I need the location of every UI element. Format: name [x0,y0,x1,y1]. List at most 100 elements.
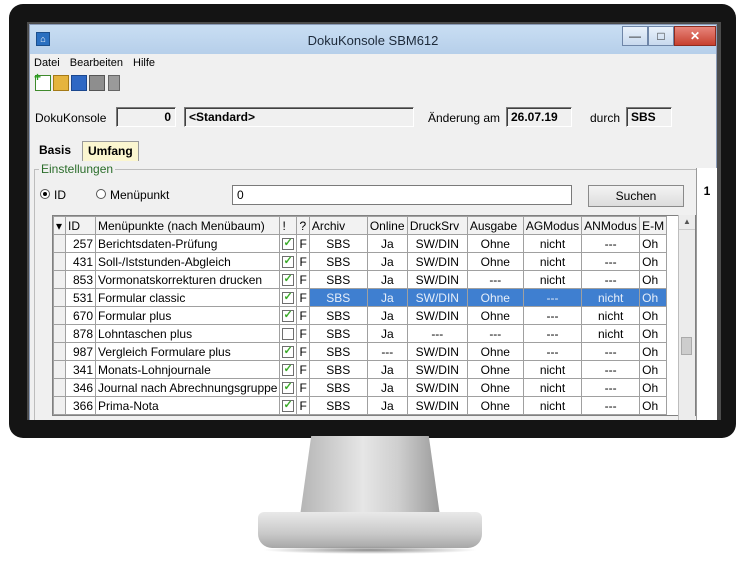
cell-chk[interactable] [279,234,298,253]
menu-hilfe[interactable]: Hilfe [133,57,155,69]
table-row[interactable]: 670Formular plus FSBSJaSW/DINOhne---nicht… [53,306,668,325]
checkbox[interactable] [282,328,295,341]
cell-em[interactable]: Oh [639,288,668,307]
col-header[interactable]: Ausgabe [466,216,524,235]
cell-chk[interactable] [279,342,298,361]
row-indicator-header[interactable]: ▾ [53,216,66,235]
grid-scrollbar[interactable]: ▲ [678,215,695,420]
col-header[interactable]: AGModus [522,216,583,235]
col-header[interactable]: ? [296,216,310,235]
scroll-thumb[interactable] [681,337,692,355]
row-indicator[interactable] [53,324,66,343]
cell-online[interactable]: Ja [366,234,408,253]
cell-an[interactable]: --- [581,360,641,379]
cell-name[interactable]: Journal nach Abrechnungsgruppe [94,378,281,397]
menu-datei[interactable]: Datei [34,57,60,69]
cell-chk[interactable] [279,324,298,343]
cell-archiv[interactable]: SBS [308,342,368,361]
cell-q[interactable]: F [296,288,310,307]
cell-online[interactable]: Ja [366,252,408,271]
cell-druck[interactable]: SW/DIN [406,252,468,271]
cell-em[interactable]: Oh [639,342,668,361]
new-icon[interactable] [34,70,51,91]
cell-archiv[interactable]: SBS [308,324,368,343]
cell-online[interactable]: Ja [366,324,408,343]
cell-druck[interactable]: SW/DIN [406,288,468,307]
cell-an[interactable]: --- [581,270,641,289]
profile-field[interactable]: <Standard> [184,107,414,127]
cell-archiv[interactable]: SBS [308,252,368,271]
checkbox[interactable] [282,362,295,377]
table-row[interactable]: 987Vergleich Formulare plusFSBS---SW/DIN… [53,342,668,361]
title-bar[interactable]: ⌂ DokuKonsole SBM612 — □ ✕ [30,25,716,54]
cell-online[interactable]: Ja [366,378,408,397]
table-row[interactable]: 431Soll-/Iststunden-Abgleich FSBSJaSW/DIN… [53,252,668,271]
cell-chk[interactable] [279,396,298,415]
cell-q[interactable]: F [296,306,310,325]
cell-id[interactable]: 531 [65,288,96,307]
cell-ausgabe[interactable]: --- [466,324,524,343]
checkbox[interactable] [282,308,295,323]
cell-id[interactable]: 366 [65,396,96,415]
doku-number-field[interactable]: 0 [116,107,176,127]
row-indicator[interactable] [53,306,66,325]
cell-name[interactable]: Monats-Lohnjournale [94,360,281,379]
checkbox[interactable] [282,398,295,413]
cell-q[interactable]: F [296,342,310,361]
cell-name[interactable]: Formular classic [94,288,281,307]
cell-an[interactable]: --- [581,378,641,397]
row-indicator[interactable] [53,396,66,415]
cell-ausgabe[interactable]: --- [466,270,524,289]
cell-ausgabe[interactable]: Ohne [466,234,524,253]
open-icon[interactable] [53,75,69,91]
cell-q[interactable]: F [296,360,310,379]
table-row[interactable]: 531Formular classic FSBSJaSW/DINOhne---ni… [53,288,668,307]
table-row[interactable]: 341Monats-Lohnjournale FSBSJaSW/DINOhneni… [53,360,668,379]
checkbox[interactable] [282,254,295,269]
cell-ag[interactable]: --- [522,288,583,307]
cell-an[interactable]: --- [581,342,641,361]
cell-id[interactable]: 878 [65,324,96,343]
cell-name[interactable]: Formular plus [94,306,281,325]
cell-chk[interactable] [279,270,298,289]
cell-druck[interactable]: SW/DIN [406,396,468,415]
cell-id[interactable]: 341 [65,360,96,379]
cell-ausgabe[interactable]: Ohne [466,378,524,397]
checkbox[interactable] [282,344,295,359]
cell-id[interactable]: 257 [65,234,96,253]
cell-ag[interactable]: --- [522,342,583,361]
scroll-up-icon[interactable]: ▲ [679,215,695,230]
cell-ausgabe[interactable]: Ohne [466,306,524,325]
cell-chk[interactable] [279,360,298,379]
cell-druck[interactable]: SW/DIN [406,378,468,397]
table-row[interactable]: 257Berichtsdaten-Prüfung FSBSJaSW/DINOhne… [53,234,668,253]
save-icon[interactable] [71,75,87,91]
checkbox[interactable] [282,290,295,305]
cell-ag[interactable]: --- [522,324,583,343]
cell-archiv[interactable]: SBS [308,234,368,253]
row-indicator[interactable] [53,360,66,379]
cell-em[interactable]: Oh [639,324,668,343]
delete-icon[interactable] [108,75,120,91]
tab-umfang[interactable]: Umfang [82,141,139,161]
table-row[interactable]: 366Prima-Nota FSBSJaSW/DINOhnenicht---Oh [53,396,668,415]
cell-archiv[interactable]: SBS [308,360,368,379]
cell-ausgabe[interactable]: Ohne [466,342,524,361]
cell-q[interactable]: F [296,270,310,289]
cell-name[interactable]: Lohntaschen plus [94,324,281,343]
cell-druck[interactable]: SW/DIN [406,270,468,289]
cell-online[interactable]: Ja [366,360,408,379]
cell-druck[interactable]: SW/DIN [406,306,468,325]
cell-archiv[interactable]: SBS [308,378,368,397]
cell-an[interactable]: --- [581,234,641,253]
cell-druck[interactable]: SW/DIN [406,360,468,379]
cell-archiv[interactable]: SBS [308,288,368,307]
checkbox[interactable] [282,380,295,395]
cell-name[interactable]: Berichtsdaten-Prüfung [94,234,281,253]
cell-name[interactable]: Soll-/Iststunden-Abgleich [94,252,281,271]
cell-em[interactable]: Oh [639,360,668,379]
close-button[interactable]: ✕ [674,26,716,46]
radio-menupunkt[interactable] [96,189,106,199]
cell-chk[interactable] [279,378,298,397]
cell-druck[interactable]: --- [406,324,468,343]
